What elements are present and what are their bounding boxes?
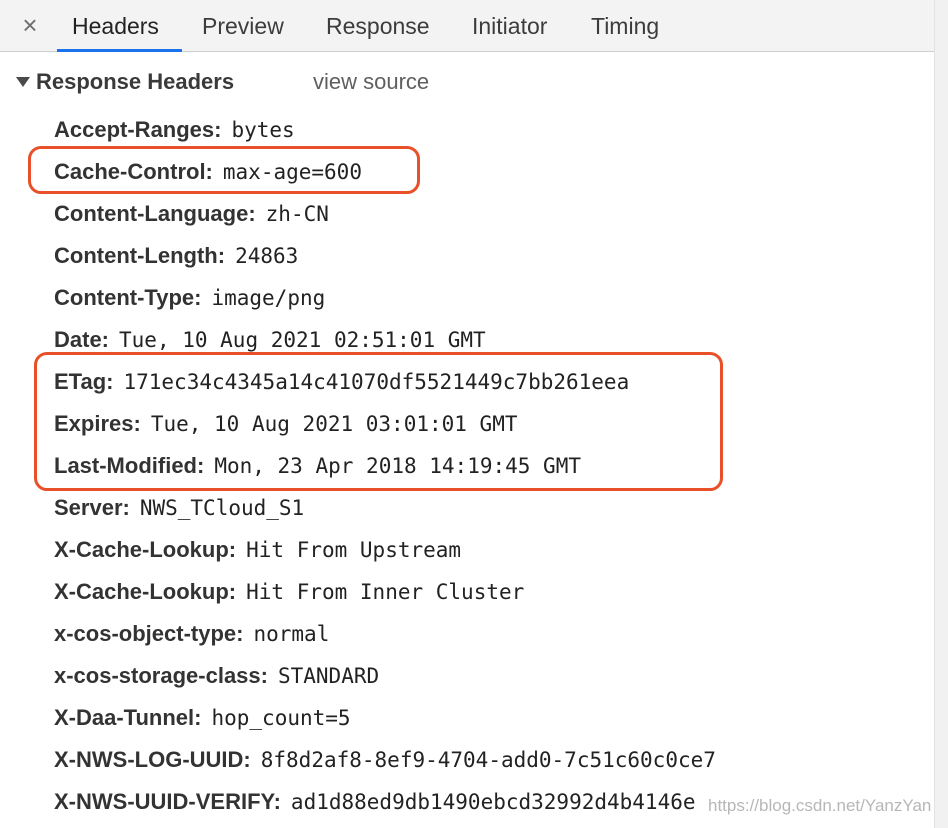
header-row: Accept-Ranges: bytes [54,113,295,147]
tab-preview[interactable]: Preview [202,10,284,42]
response-headers-section-header: Response Headers view source [16,66,616,98]
header-row: X-NWS-LOG-UUID: 8f8d2af8-8ef9-4704-add0-7… [54,743,716,777]
header-row: Server: NWS_TCloud_S1 [54,491,304,525]
tab-timing[interactable]: Timing [591,10,659,42]
header-value: STANDARD [277,664,380,688]
header-row: Content-Length: 24863 [54,239,298,273]
header-name: Server: [54,495,130,520]
header-row: x-cos-object-type: normal [54,617,329,651]
header-value: Tue, 10 Aug 2021 02:51:01 GMT [119,328,486,352]
header-row: Content-Language: zh-CN [54,197,329,231]
header-name: Date: [54,327,110,352]
header-value: max-age=600 [222,160,362,184]
header-value: ad1d88ed9db1490ebcd32992d4b4146e [290,790,696,814]
header-row: Cache-Control: max-age=600 [54,155,362,189]
header-value: image/png [211,286,326,310]
header-name: X-NWS-LOG-UUID: [54,747,251,772]
vertical-scrollbar[interactable] [934,0,948,828]
header-value: zh-CN [265,202,329,226]
header-row: Expires: Tue, 10 Aug 2021 03:01:01 GMT [54,407,517,441]
header-value: 171ec34c4345a14c41070df5521449c7bb261eea [123,370,630,394]
header-value: Hit From Inner Cluster [246,580,525,604]
header-name: X-NWS-UUID-VERIFY: [54,789,281,814]
header-name: X-Daa-Tunnel: [54,705,202,730]
header-value: bytes [231,118,295,142]
header-name: ETag: [54,369,114,394]
header-name: X-Cache-Lookup: [54,579,237,604]
watermark-text: https://blog.csdn.net/YanzYan [708,796,932,815]
view-source-link[interactable]: view source [313,66,429,98]
close-icon[interactable]: × [18,10,42,40]
header-value: normal [253,622,330,646]
header-name: Expires: [54,411,141,436]
header-value: hop_count=5 [211,706,351,730]
header-value: 8f8d2af8-8ef9-4704-add0-7c51c60c0ce7 [260,748,716,772]
header-name: Accept-Ranges: [54,117,222,142]
tab-initiator[interactable]: Initiator [472,10,547,42]
header-row: X-Cache-Lookup: Hit From Inner Cluster [54,575,524,609]
collapse-triangle-icon[interactable] [16,77,30,87]
header-name: Content-Language: [54,201,256,226]
header-name: X-Cache-Lookup: [54,537,237,562]
header-name: Last-Modified: [54,453,205,478]
header-row: X-Cache-Lookup: Hit From Upstream [54,533,461,567]
header-row: x-cos-storage-class: STANDARD [54,659,379,693]
header-value: Hit From Upstream [246,538,462,562]
header-row: X-NWS-UUID-VERIFY: ad1d88ed9db1490ebcd329… [54,785,696,819]
section-title[interactable]: Response Headers [36,66,234,98]
header-name: Content-Length: [54,243,226,268]
header-value: NWS_TCloud_S1 [139,496,305,520]
tab-headers[interactable]: Headers [72,10,159,42]
header-value: Tue, 10 Aug 2021 03:01:01 GMT [150,412,518,436]
devtools-tab-bar: × Headers Preview Response Initiator Tim… [0,0,934,52]
header-value: 24863 [235,244,299,268]
header-row: Last-Modified: Mon, 23 Apr 2018 14:19:45 … [54,449,581,483]
header-name: Cache-Control: [54,159,213,184]
header-name: x-cos-storage-class: [54,663,268,688]
active-tab-indicator [57,49,182,52]
header-row: ETag: 171ec34c4345a14c41070df5521449c7bb2… [54,365,629,399]
header-row: X-Daa-Tunnel: hop_count=5 [54,701,351,735]
header-row: Content-Type: image/png [54,281,325,315]
header-row: Date: Tue, 10 Aug 2021 02:51:01 GMT [54,323,486,357]
header-value: Mon, 23 Apr 2018 14:19:45 GMT [214,454,581,478]
tab-response[interactable]: Response [326,10,430,42]
header-name: Content-Type: [54,285,202,310]
header-name: x-cos-object-type: [54,621,244,646]
